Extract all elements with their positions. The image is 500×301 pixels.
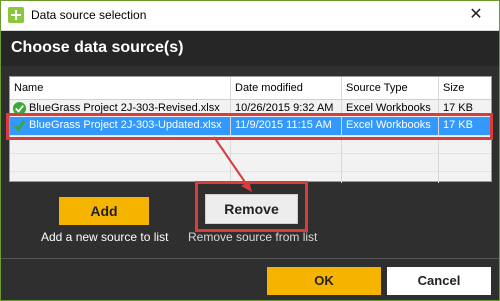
add-caption: Add a new source to list bbox=[41, 230, 169, 244]
data-source-dialog: Data source selection ✕ Choose data sour… bbox=[0, 0, 500, 301]
ok-button[interactable]: OK bbox=[267, 267, 381, 295]
annotation-arrow bbox=[213, 136, 252, 192]
remove-caption: Remove source from list bbox=[188, 230, 318, 244]
add-button[interactable]: Add bbox=[59, 197, 149, 225]
footer-divider bbox=[1, 258, 499, 259]
remove-button[interactable]: Remove bbox=[205, 194, 298, 224]
cancel-button[interactable]: Cancel bbox=[387, 267, 491, 295]
